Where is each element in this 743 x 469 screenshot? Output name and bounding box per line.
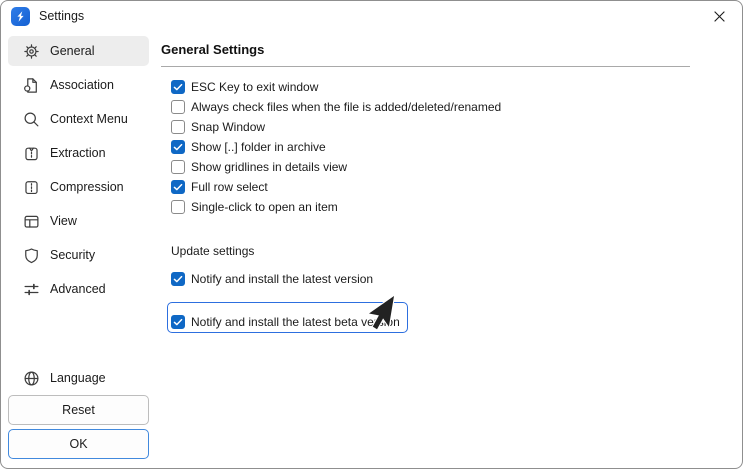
sliders-icon xyxy=(23,281,40,298)
checkbox-unchecked[interactable] xyxy=(171,200,185,214)
sidebar-item-label: Association xyxy=(50,78,114,92)
checkbox-unchecked[interactable] xyxy=(171,120,185,134)
sidebar-item-label: General xyxy=(50,44,94,58)
checkbox-row-single-click-to-open-an-item[interactable]: Single-click to open an item xyxy=(171,197,690,217)
search-icon xyxy=(23,111,40,128)
checkbox-checked[interactable] xyxy=(171,140,185,154)
check-icon xyxy=(172,141,184,153)
sidebar-item-label: View xyxy=(50,214,77,228)
sidebar-item-extraction[interactable]: Extraction xyxy=(8,138,149,168)
sidebar-item-label: Language xyxy=(50,371,106,385)
sidebar-item-label: Security xyxy=(50,248,95,262)
checkbox-unchecked[interactable] xyxy=(171,160,185,174)
sidebar-item-label: Extraction xyxy=(50,146,106,160)
sidebar-item-association[interactable]: Association xyxy=(8,70,149,100)
checkbox-row-snap-window[interactable]: Snap Window xyxy=(171,117,690,137)
checkbox-checked[interactable] xyxy=(171,180,185,194)
ok-button[interactable]: OK xyxy=(8,429,149,459)
sidebar-item-view[interactable]: View xyxy=(8,206,149,236)
sidebar-bottom: Language Reset OK xyxy=(1,363,156,461)
sidebar: General Association Context Menu Extraction… xyxy=(1,31,156,468)
check-icon xyxy=(172,273,184,285)
close-button[interactable] xyxy=(697,2,742,31)
shield-icon xyxy=(23,247,40,264)
update-settings-label: Update settings xyxy=(171,241,690,261)
checkbox-checked[interactable] xyxy=(171,315,185,329)
checkbox-row-esc-key-to-exit-window[interactable]: ESC Key to exit window xyxy=(171,77,690,97)
association-icon xyxy=(23,77,40,94)
update-checkbox-list: Notify and install the latest version Not… xyxy=(161,269,690,333)
checkbox-checked[interactable] xyxy=(171,80,185,94)
main-content: General Settings ESC Key to exit window A… xyxy=(156,31,742,468)
checkbox-label: Show gridlines in details view xyxy=(191,160,347,174)
view-icon xyxy=(23,213,40,230)
sidebar-nav: General Association Context Menu Extraction… xyxy=(1,36,156,304)
globe-icon xyxy=(23,370,40,387)
window-title: Settings xyxy=(39,9,84,23)
checkbox-row-show-gridlines-in-details-view[interactable]: Show gridlines in details view xyxy=(171,157,690,177)
checkbox-label: Snap Window xyxy=(191,120,265,134)
gear-icon xyxy=(23,43,40,60)
checkbox-label: ESC Key to exit window xyxy=(191,80,318,94)
sidebar-item-language[interactable]: Language xyxy=(8,363,149,393)
focused-checkbox-outline: Notify and install the latest beta versi… xyxy=(167,302,408,333)
checkbox-checked[interactable] xyxy=(171,272,185,286)
settings-window: Settings General Association Context Menu E… xyxy=(0,0,743,469)
heading-divider xyxy=(161,66,690,67)
checkbox-label: Always check files when the file is adde… xyxy=(191,100,501,114)
checkbox-label: Full row select xyxy=(191,180,268,194)
checkbox-label: Single-click to open an item xyxy=(191,200,338,214)
close-icon xyxy=(713,10,726,23)
check-icon xyxy=(172,181,184,193)
sidebar-item-general[interactable]: General xyxy=(8,36,149,66)
checkbox-row-show-folder-in-archive[interactable]: Show [..] folder in archive xyxy=(171,137,690,157)
extraction-icon xyxy=(23,145,40,162)
checkbox-row-full-row-select[interactable]: Full row select xyxy=(171,177,690,197)
sidebar-item-label: Advanced xyxy=(50,282,106,296)
app-icon xyxy=(11,7,30,26)
checkbox-row-notify-and-install-the-latest-beta-versi[interactable]: Notify and install the latest beta versi… xyxy=(171,313,400,330)
compression-icon xyxy=(23,179,40,196)
zip-logo-icon xyxy=(14,10,27,23)
titlebar[interactable]: Settings xyxy=(1,1,742,31)
sidebar-item-compression[interactable]: Compression xyxy=(8,172,149,202)
checkbox-label: Notify and install the latest beta versi… xyxy=(191,315,400,329)
checkbox-label: Show [..] folder in archive xyxy=(191,140,326,154)
general-checkbox-list: ESC Key to exit window Always check files… xyxy=(161,77,690,217)
checkbox-row-notify-and-install-the-latest-version[interactable]: Notify and install the latest version xyxy=(171,269,690,289)
sidebar-item-label: Compression xyxy=(50,180,124,194)
sidebar-item-context-menu[interactable]: Context Menu xyxy=(8,104,149,134)
sidebar-item-security[interactable]: Security xyxy=(8,240,149,270)
reset-button[interactable]: Reset xyxy=(8,395,149,425)
sidebar-item-label: Context Menu xyxy=(50,112,128,126)
checkbox-unchecked[interactable] xyxy=(171,100,185,114)
window-body: General Association Context Menu Extraction… xyxy=(1,31,742,468)
checkbox-row-always-check-files-when-the-file-is-adde[interactable]: Always check files when the file is adde… xyxy=(171,97,690,117)
page-title: General Settings xyxy=(161,42,690,57)
checkbox-label: Notify and install the latest version xyxy=(191,272,373,286)
check-icon xyxy=(172,316,184,328)
check-icon xyxy=(172,81,184,93)
sidebar-item-advanced[interactable]: Advanced xyxy=(8,274,149,304)
